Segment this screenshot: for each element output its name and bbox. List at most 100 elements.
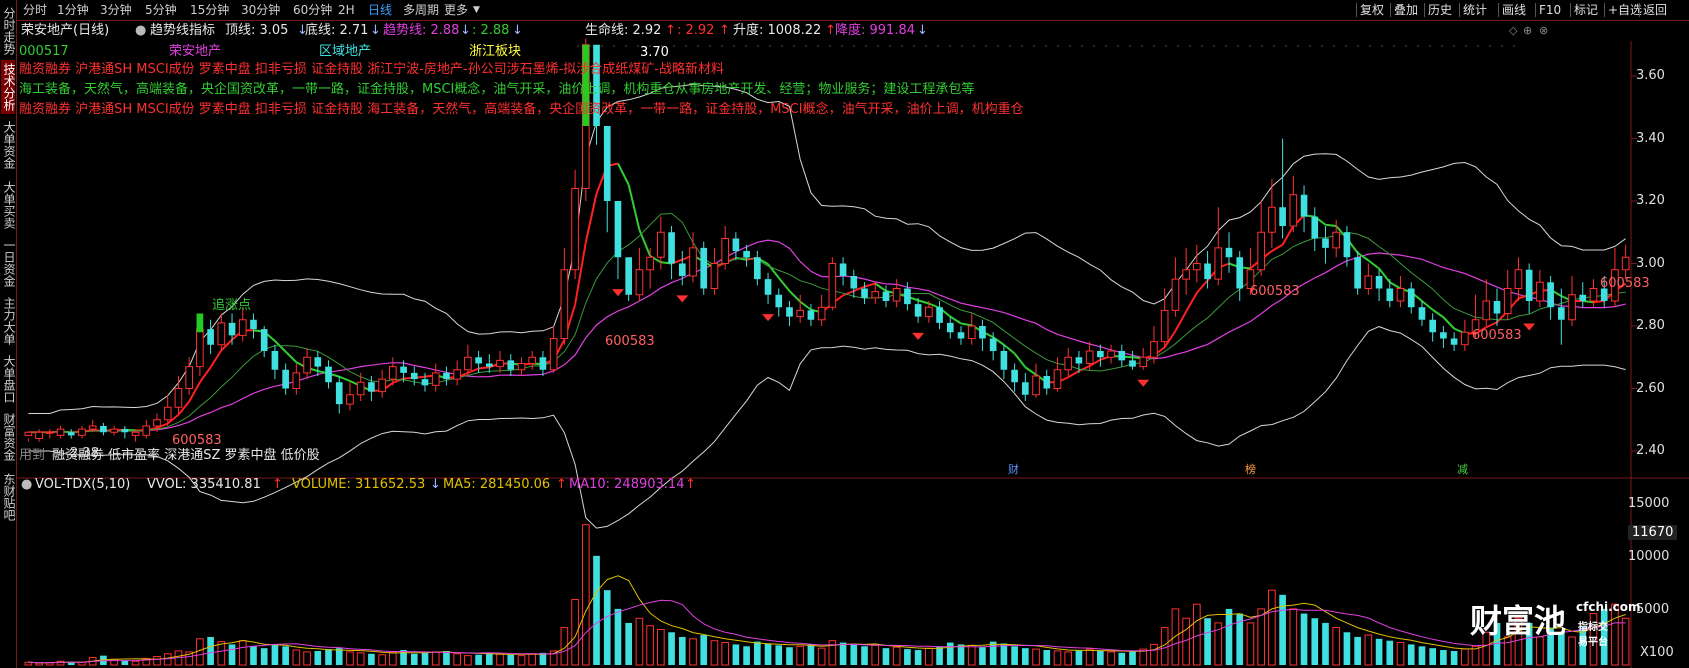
candle-body[interactable] (700, 247, 708, 289)
candle-body[interactable] (657, 231, 665, 258)
candle-body[interactable] (817, 306, 826, 321)
candle-body[interactable] (1097, 351, 1104, 358)
candle-body[interactable] (1407, 288, 1415, 308)
candle-body[interactable] (1311, 216, 1319, 239)
candle-body[interactable] (1322, 238, 1329, 248)
candle-body[interactable] (786, 307, 793, 317)
candle-body[interactable] (668, 232, 675, 264)
candle-body[interactable] (507, 360, 515, 370)
toolbar-button[interactable]: 叠加 (1394, 1, 1418, 19)
candle-body[interactable] (1440, 332, 1447, 339)
candle-body[interactable] (314, 357, 322, 367)
sidebar-tab[interactable]: 东财贴吧 (1, 470, 16, 524)
candle-body[interactable] (410, 372, 418, 380)
candle-body[interactable] (67, 432, 75, 436)
candle-body[interactable] (250, 319, 257, 330)
toolbar-button[interactable]: 画线 (1502, 1, 1526, 19)
candle-body[interactable] (346, 394, 354, 405)
candle-body[interactable] (710, 263, 719, 289)
candle-body[interactable] (989, 338, 997, 352)
candle-body[interactable] (646, 256, 654, 271)
candle-body[interactable] (892, 288, 901, 302)
candle-body[interactable] (1204, 263, 1211, 280)
period-tab[interactable]: 日线 (368, 0, 392, 20)
candle-body[interactable] (282, 369, 289, 389)
candle-body[interactable] (1011, 369, 1018, 383)
candle-body[interactable] (539, 357, 547, 370)
candle-body[interactable] (1150, 341, 1158, 358)
candle-body[interactable] (1557, 307, 1565, 320)
candle-body[interactable] (238, 319, 247, 336)
candle-body[interactable] (1085, 350, 1094, 364)
candle-body[interactable] (1493, 301, 1501, 314)
period-tab[interactable]: 60分钟 (293, 0, 332, 20)
candle-body[interactable] (914, 304, 922, 317)
candle-body[interactable] (528, 356, 537, 364)
candle-body[interactable] (1171, 278, 1180, 311)
period-tab[interactable]: 1分钟 (57, 0, 89, 20)
candle-body[interactable] (678, 263, 686, 277)
candle-body[interactable] (100, 426, 107, 433)
candle-body[interactable] (1611, 269, 1619, 302)
candle-body[interactable] (368, 382, 375, 392)
toolbar-button[interactable]: 标记 (1574, 1, 1598, 19)
candle-body[interactable] (185, 366, 193, 389)
candle-body[interactable] (882, 291, 890, 301)
candle-body[interactable] (78, 428, 86, 436)
candle-body[interactable] (721, 238, 729, 264)
candle-body[interactable] (732, 238, 740, 252)
sidebar-tab[interactable]: 大单资金 (1, 118, 16, 172)
toolbar-button[interactable]: 历史 (1428, 1, 1452, 19)
toolbar-button[interactable]: +自选 (1608, 1, 1642, 19)
sidebar-tab[interactable]: 分时走势 (1, 4, 16, 58)
volume-settings-icon[interactable]: ● (21, 477, 32, 493)
candle-body[interactable] (1214, 247, 1223, 280)
candle-body[interactable] (1600, 288, 1608, 302)
candle-body[interactable] (1547, 282, 1554, 308)
candle-body[interactable] (356, 381, 365, 396)
candle-body[interactable] (1246, 269, 1255, 289)
period-tab[interactable]: 15分钟 (190, 0, 229, 20)
candle-body[interactable] (228, 322, 236, 336)
stock-name-tag[interactable]: 荣安地产 (169, 44, 221, 60)
candle-body[interactable] (904, 288, 911, 305)
candle-body[interactable] (421, 379, 429, 386)
candle-body[interactable] (496, 359, 504, 368)
candle-body[interactable] (850, 276, 858, 289)
candle-body[interactable] (1364, 275, 1373, 289)
candle-body[interactable] (1268, 206, 1276, 233)
candle-body[interactable] (260, 329, 268, 351)
candle-body[interactable] (217, 322, 226, 346)
candle-body[interactable] (1182, 269, 1190, 280)
toolbar-button[interactable]: 返回 (1643, 1, 1667, 19)
candle-body[interactable] (1129, 360, 1136, 367)
candle-body[interactable] (1471, 319, 1480, 333)
period-tab[interactable]: 5分钟 (145, 0, 177, 20)
candle-body[interactable] (335, 382, 343, 405)
candle-body[interactable] (1053, 369, 1062, 389)
candle-body[interactable] (1160, 309, 1169, 343)
candle-body[interactable] (389, 366, 397, 380)
candle-body[interactable] (560, 269, 569, 339)
candle-body[interactable] (174, 388, 183, 408)
period-tab[interactable]: 分时 (23, 0, 47, 20)
candle-body[interactable] (1043, 376, 1051, 389)
candle-body[interactable] (400, 366, 407, 373)
candle-body[interactable] (121, 429, 129, 433)
candle-body[interactable] (56, 428, 65, 436)
candle-body[interactable] (603, 126, 611, 201)
candle-body[interactable] (88, 425, 97, 430)
candle-body[interactable] (378, 378, 386, 393)
candle-body[interactable] (614, 201, 622, 258)
kline-chart[interactable] (17, 21, 1689, 668)
candle-body[interactable] (1032, 375, 1040, 396)
candle-body[interactable] (1118, 351, 1126, 361)
candle-body[interactable] (1354, 257, 1361, 289)
candle-body[interactable] (325, 366, 332, 383)
sidebar-tab[interactable]: 技术分析 (1, 60, 16, 114)
candle-body[interactable] (1536, 281, 1544, 302)
candle-body[interactable] (946, 322, 954, 333)
candle-body[interactable] (1289, 194, 1298, 227)
candle-body[interactable] (967, 325, 976, 339)
period-tab[interactable]: 30分钟 (241, 0, 280, 20)
